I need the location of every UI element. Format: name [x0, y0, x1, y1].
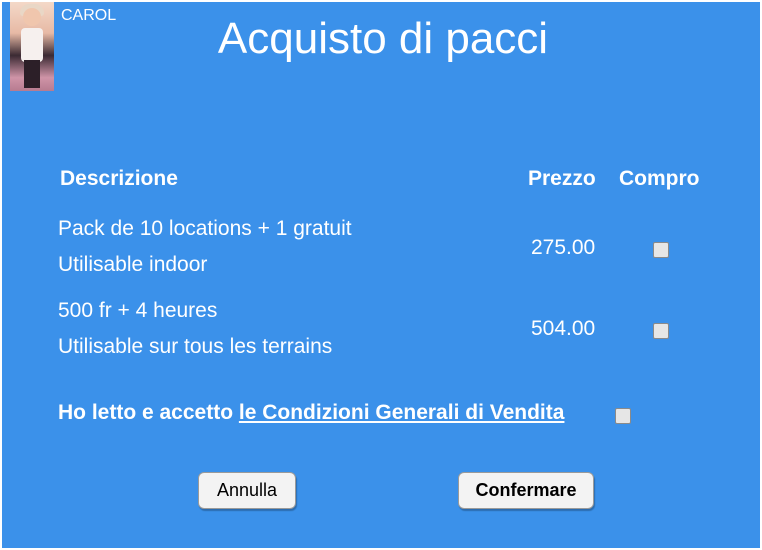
package-2-price: 504.00: [531, 317, 596, 340]
page-frame: CAROL Acquisto di pacci Descrizione Prez…: [0, 0, 762, 550]
purchase-panel: CAROL Acquisto di pacci Descrizione Prez…: [2, 2, 760, 548]
cancel-button[interactable]: Annulla: [198, 472, 296, 509]
package-1-subtitle: Utilisable indoor: [58, 253, 208, 276]
column-header-description: Descrizione: [60, 167, 178, 190]
avatar-legs: [24, 60, 40, 88]
confirm-button[interactable]: Confermare: [458, 472, 594, 509]
package-2-description: 500 fr + 4 heures: [58, 299, 218, 322]
terms-accept-checkbox[interactable]: [615, 408, 631, 424]
package-2-buy-checkbox[interactable]: [653, 323, 669, 339]
column-header-buy: Compro: [619, 167, 700, 190]
package-1-price: 275.00: [531, 236, 596, 259]
terms-link[interactable]: le Condizioni Generali di Vendita: [239, 401, 565, 424]
page-title: Acquisto di pacci: [217, 14, 549, 63]
package-2-subtitle: Utilisable sur tous les terrains: [58, 335, 333, 358]
package-1-buy-checkbox[interactable]: [653, 242, 669, 258]
terms-prefix: Ho letto e accetto: [58, 401, 239, 424]
terms-acceptance: Ho letto e accetto le Condizioni General…: [58, 400, 564, 426]
package-1-description: Pack de 10 locations + 1 gratuit: [58, 217, 352, 240]
column-header-price: Prezzo: [528, 167, 596, 190]
